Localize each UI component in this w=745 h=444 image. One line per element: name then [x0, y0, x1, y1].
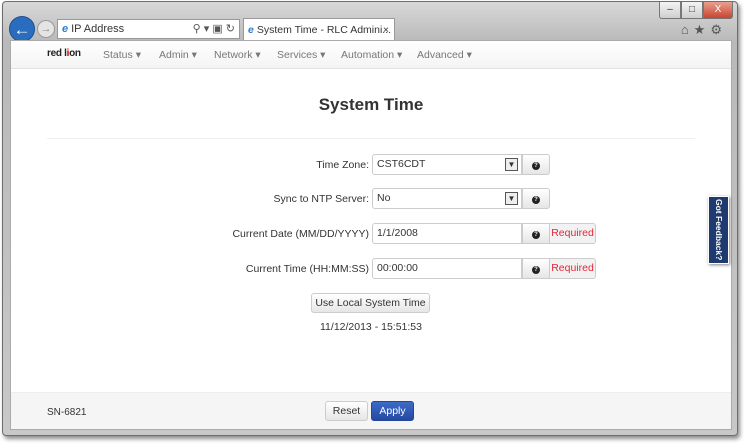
- chevron-down-icon: ▼: [505, 192, 518, 205]
- required-badge: Required: [550, 258, 596, 279]
- forward-button[interactable]: →: [37, 20, 55, 38]
- time-zone-select[interactable]: CST6CDT ▼: [372, 154, 522, 175]
- serial-number: SN-6821: [47, 407, 87, 418]
- nav-services[interactable]: Services ▾: [277, 49, 325, 61]
- ie-icon: e: [248, 24, 254, 36]
- navbar: red lion Status ▾ Admin ▾ Network ▾ Serv…: [11, 41, 731, 69]
- time-zone-row: Time Zone: CST6CDT ▼ ?: [11, 154, 731, 175]
- toolbar-icons[interactable]: ⌂★⚙: [681, 22, 727, 38]
- back-button[interactable]: ←: [9, 16, 35, 42]
- tab-title: System Time - RLC Admini...: [256, 24, 392, 36]
- ie-icon: e: [62, 23, 69, 35]
- apply-button[interactable]: Apply: [371, 401, 414, 421]
- browser-window: – □ X ← → e IP Address ⚲ ▾ ▣ ↻ e System Tim…: [2, 1, 738, 436]
- help-button[interactable]: ?: [522, 258, 550, 279]
- reset-button[interactable]: Reset: [325, 401, 368, 421]
- address-bar[interactable]: e IP Address ⚲ ▾ ▣ ↻: [57, 19, 240, 39]
- address-text: IP Address: [71, 23, 125, 35]
- nav-advanced[interactable]: Advanced ▾: [417, 49, 472, 61]
- footer: SN-6821 Reset Apply: [11, 392, 731, 429]
- question-icon: ?: [532, 231, 540, 239]
- ntp-row: Sync to NTP Server: No ▼ ?: [11, 188, 731, 209]
- page-content: red lion Status ▾ Admin ▾ Network ▾ Serv…: [10, 40, 732, 430]
- tab-system-time[interactable]: e System Time - RLC Admini... ×: [243, 18, 395, 41]
- question-icon: ?: [532, 196, 540, 204]
- nav-automation[interactable]: Automation ▾: [341, 49, 402, 61]
- question-icon: ?: [532, 266, 540, 274]
- minimize-button[interactable]: –: [659, 2, 681, 19]
- help-button[interactable]: ?: [522, 223, 550, 244]
- nav-admin[interactable]: Admin ▾: [159, 49, 197, 61]
- local-time-display: 11/12/2013 - 15:51:53: [320, 321, 422, 333]
- close-window-button[interactable]: X: [703, 2, 733, 19]
- use-local-time-button[interactable]: Use Local System Time: [311, 293, 430, 313]
- date-input[interactable]: 1/1/2008: [372, 223, 522, 244]
- help-button[interactable]: ?: [522, 154, 550, 175]
- date-label: Current Date (MM/DD/YYYY): [232, 228, 369, 240]
- chevron-down-icon: ▼: [505, 158, 518, 171]
- tab-close-icon[interactable]: ×: [383, 19, 389, 41]
- search-refresh-icons[interactable]: ⚲ ▾ ▣ ↻: [193, 20, 235, 38]
- maximize-button[interactable]: □: [681, 2, 703, 19]
- page-title: System Time: [318, 95, 424, 114]
- time-label: Current Time (HH:MM:SS): [245, 263, 369, 275]
- question-icon: ?: [532, 162, 540, 170]
- time-input[interactable]: 00:00:00: [372, 258, 522, 279]
- redlion-logo: red lion: [47, 48, 81, 59]
- nav-status[interactable]: Status ▾: [103, 49, 141, 61]
- time-zone-label: Time Zone:: [316, 159, 369, 171]
- feedback-tab[interactable]: Got Feedback?: [708, 196, 729, 264]
- help-button[interactable]: ?: [522, 188, 550, 209]
- ntp-label: Sync to NTP Server:: [273, 193, 369, 205]
- date-row: Current Date (MM/DD/YYYY) 1/1/2008 ? Req…: [11, 223, 731, 244]
- ntp-select[interactable]: No ▼: [372, 188, 522, 209]
- divider: [47, 138, 695, 139]
- nav-network[interactable]: Network ▾: [214, 49, 261, 61]
- time-row: Current Time (HH:MM:SS) 00:00:00 ? Requi…: [11, 258, 731, 279]
- required-badge: Required: [550, 223, 596, 244]
